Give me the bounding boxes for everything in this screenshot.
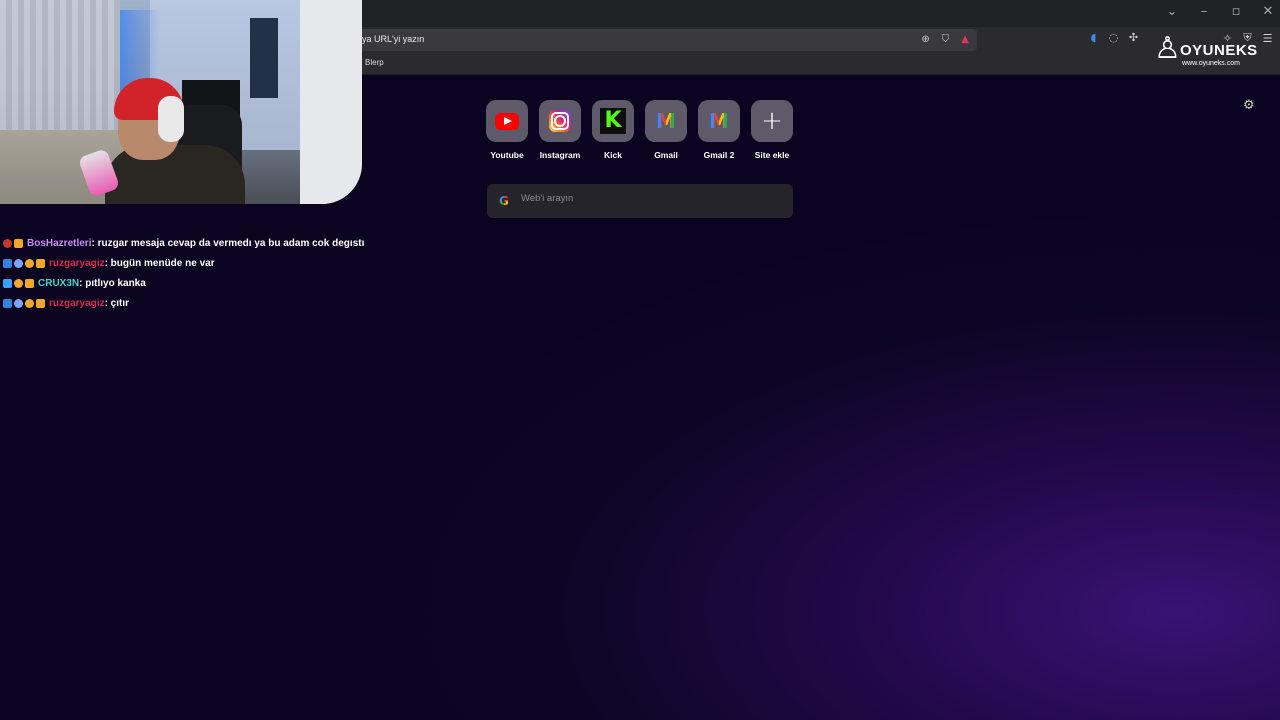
shortcut-instagram[interactable]: Instagram (539, 100, 581, 160)
gmail-icon: M (656, 109, 676, 133)
badge-icon (25, 298, 34, 308)
tab-search-chevron-icon[interactable]: ⌄ (1166, 4, 1178, 19)
brave-rewards-icon[interactable]: ▲ (961, 33, 969, 46)
shortcut-label: Instagram (539, 150, 581, 160)
google-icon: G (499, 194, 509, 208)
chat-username: CRUX3N (38, 277, 80, 289)
window-controls: ⌄ – ▫ ✕ (1166, 4, 1274, 19)
badge-icon (14, 238, 23, 248)
badge-icon (14, 298, 23, 308)
shortcut-tile[interactable] (539, 100, 581, 142)
brand-name: OYUNEKS (1180, 42, 1258, 59)
shortcut-tile[interactable]: + (751, 100, 793, 142)
brand-logo: ♙ OYUNEKS www.oyuneks.com (1154, 34, 1264, 70)
badge-icon (14, 258, 23, 268)
address-bar-icons: ⊕ ⛉ ▲ (921, 33, 969, 46)
extension-icons: ◖ ◌ ✣ (1088, 31, 1139, 44)
shortcut-gmail-2[interactable]: M Gmail 2 (698, 100, 740, 160)
chat-text: : pıtlıyo kanka (79, 277, 146, 289)
chat-message: CRUX3N : pıtlıyo kanka (3, 273, 423, 293)
shortcut-label: Youtube (490, 150, 524, 160)
brave-shield-icon[interactable]: ⛉ (942, 33, 950, 46)
shortcut-tile[interactable]: M (698, 100, 740, 142)
badge-icon (3, 238, 12, 248)
gmail-icon: M (709, 109, 729, 133)
badge-icon (3, 258, 12, 268)
webcam-banner (250, 18, 278, 98)
chat-text: : ruzgar mesaja cevap da vermedı ya bu a… (91, 237, 365, 249)
address-bar[interactable]: ya URL'yi yazın ⊕ ⛉ ▲ (340, 29, 977, 51)
shortcut-label: Gmail 2 (703, 150, 735, 160)
shortcut-youtube[interactable]: Youtube (486, 100, 528, 160)
zoom-icon[interactable]: ⊕ (921, 33, 929, 46)
shortcut-label: Site ekle (754, 150, 790, 160)
web-search-input[interactable] (521, 193, 781, 204)
chat-username: ruzgaryagiz (49, 257, 105, 269)
badge-icon (3, 298, 12, 308)
shortcut-label: Kick (604, 150, 622, 160)
bookmark-blerp[interactable]: Blerp (365, 58, 384, 67)
chat-username: ruzgaryagiz (49, 297, 105, 309)
chat-text: : çıtır (104, 297, 130, 309)
plus-icon: + (761, 106, 783, 136)
youtube-icon (495, 112, 519, 130)
brand-mascot-icon: ♙ (1154, 31, 1181, 66)
shortcut-tile[interactable] (486, 100, 528, 142)
webcam-person-body (105, 145, 245, 204)
extension-circle-icon[interactable]: ◌ (1108, 31, 1119, 44)
badge-icon (14, 278, 23, 288)
badge-icon (3, 278, 12, 288)
chat-message: BosHazretleri : ruzgar mesaja cevap da v… (3, 233, 423, 253)
minimize-icon[interactable]: – (1198, 4, 1210, 19)
badge-icon (25, 258, 34, 268)
shortcut-tile[interactable]: M (645, 100, 687, 142)
shortcut-kick[interactable]: K Kick (592, 100, 634, 160)
webcam-headphones (158, 96, 184, 142)
badge-icon (36, 258, 45, 268)
shortcut-gmail[interactable]: M Gmail (645, 100, 687, 160)
restore-icon[interactable]: ▫ (1230, 4, 1242, 19)
webcam-overlay (0, 0, 362, 204)
badge-icon (36, 298, 45, 308)
badge-icon (25, 278, 34, 288)
shortcut-label: Gmail (654, 150, 678, 160)
web-search-box[interactable]: G (487, 184, 793, 218)
chat-username: BosHazretleri (27, 237, 92, 249)
chat-text: : bugün menüde ne var (104, 257, 215, 269)
shortcut-grid: Youtube Instagram K Kick M Gmail M Gmail… (486, 100, 793, 160)
close-icon[interactable]: ✕ (1262, 4, 1274, 19)
instagram-icon (549, 110, 571, 132)
webcam-window (300, 0, 362, 204)
chat-message: ruzgaryagiz : bugün menüde ne var (3, 253, 423, 273)
shortcut-tile[interactable]: K (592, 100, 634, 142)
puzzle-icon[interactable]: ✣ (1128, 31, 1139, 44)
stream-chat: BosHazretleri : ruzgar mesaja cevap da v… (3, 233, 423, 313)
chat-message: ruzgaryagiz : çıtır (3, 293, 423, 313)
brand-url: www.oyuneks.com (1182, 60, 1240, 67)
kick-icon: K (600, 108, 626, 134)
gear-icon[interactable]: ⚙ (1243, 99, 1257, 113)
shortcut-add-site[interactable]: + Site ekle (751, 100, 793, 160)
address-bar-text[interactable]: ya URL'yi yazın (362, 34, 424, 44)
speaker-icon[interactable]: ◖ (1088, 31, 1099, 44)
